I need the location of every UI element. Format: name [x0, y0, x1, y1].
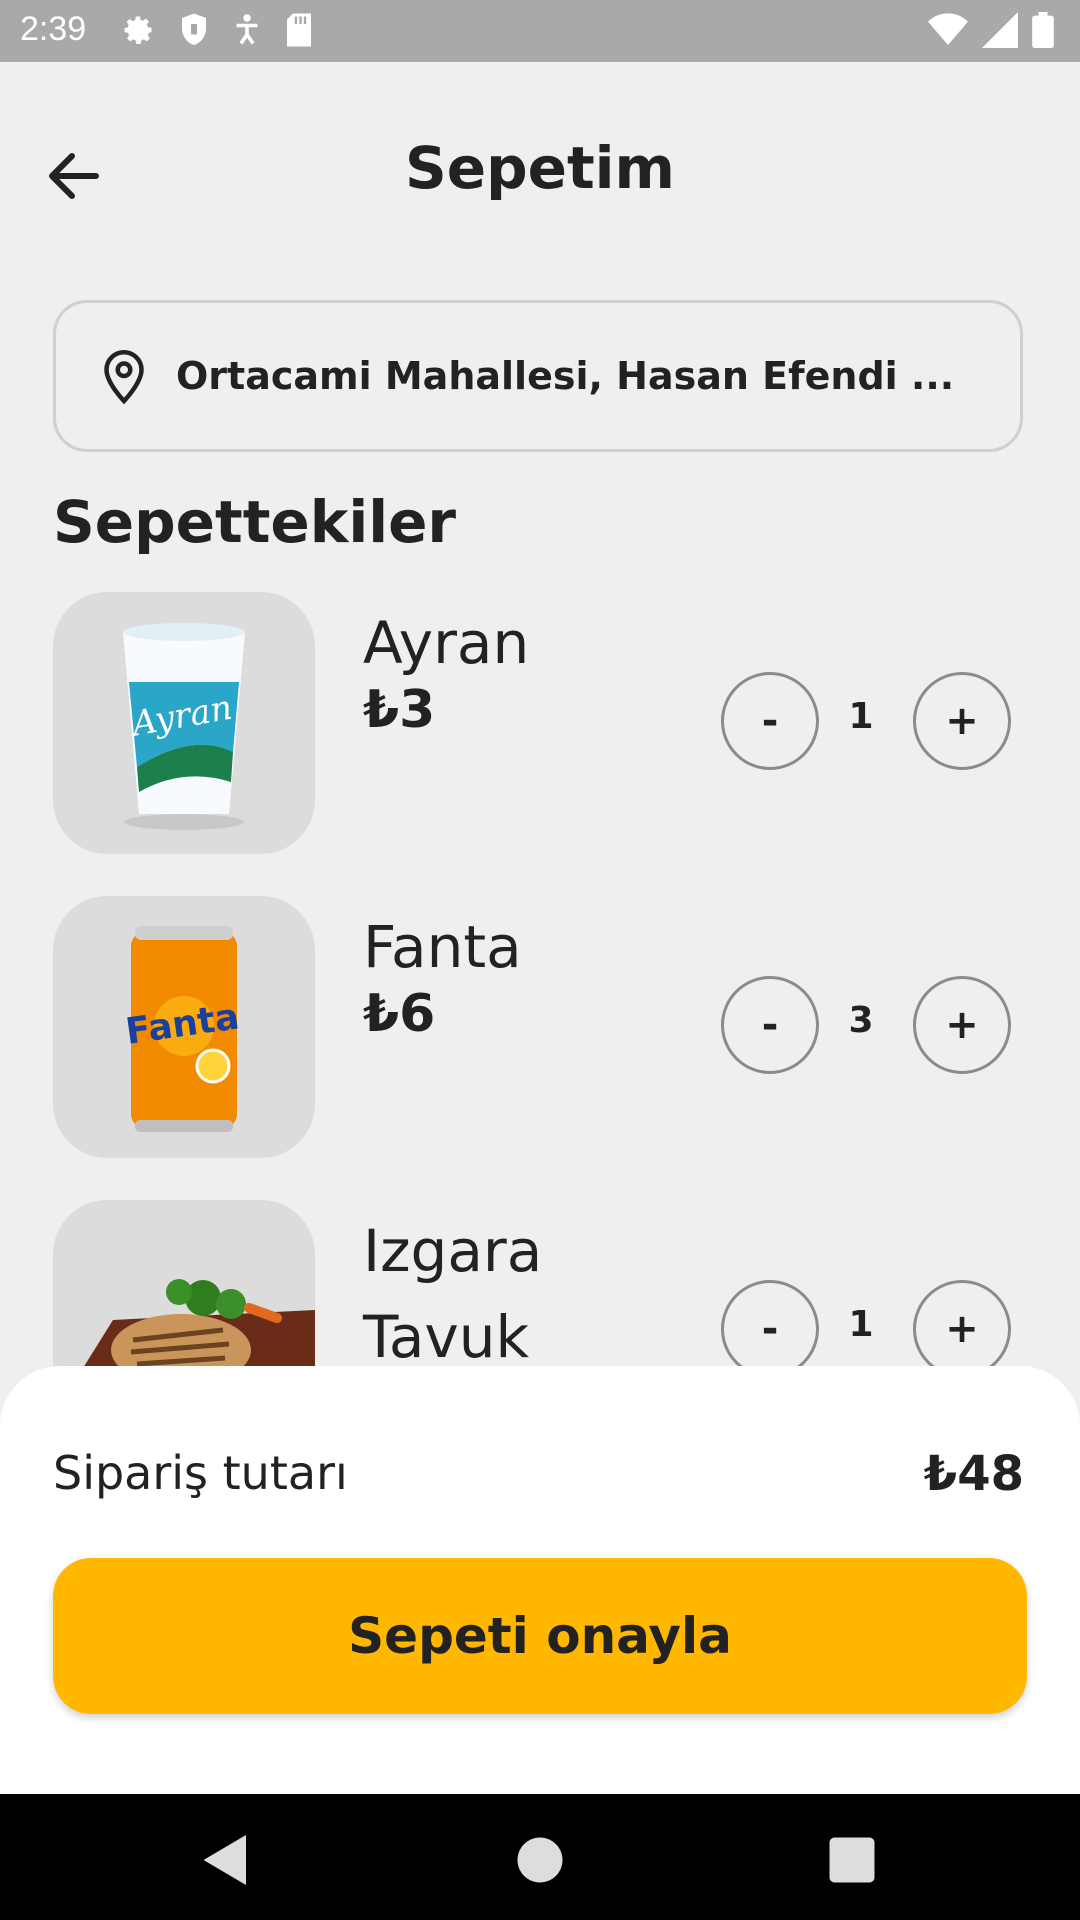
accessibility-icon: [232, 12, 262, 52]
item-price: ₺3: [363, 680, 436, 740]
status-icons-right: [928, 12, 1054, 52]
order-summary-sheet: Sipariş tutarı ₺48 Sepeti onayla: [0, 1366, 1080, 1794]
header: Sepetim: [0, 62, 1080, 272]
battery-icon: [1032, 12, 1054, 52]
increase-quantity-button[interactable]: +: [913, 1280, 1011, 1378]
increase-quantity-button[interactable]: +: [913, 976, 1011, 1074]
location-pin-icon: [94, 346, 154, 406]
signal-icon: [982, 12, 1018, 52]
quantity-value: 3: [848, 1000, 874, 1041]
home-circle-icon[interactable]: [510, 1830, 570, 1890]
cart-item: Ayran Ayran ₺3 - 1 +: [53, 592, 1023, 854]
decrease-quantity-button[interactable]: -: [721, 672, 819, 770]
address-selector[interactable]: Ortacami Mahallesi, Hasan Efendi ...: [53, 300, 1023, 452]
increase-quantity-button[interactable]: +: [913, 672, 1011, 770]
system-nav-bar: [0, 1794, 1080, 1920]
confirm-cart-button[interactable]: Sepeti onayla: [53, 1558, 1027, 1714]
item-name: Fanta: [363, 913, 522, 981]
quantity-value: 1: [848, 696, 874, 737]
total-value: ₺48: [923, 1446, 1024, 1502]
quantity-value: 1: [848, 1304, 874, 1345]
decrease-quantity-button[interactable]: -: [721, 1280, 819, 1378]
address-text: Ortacami Mahallesi, Hasan Efendi ...: [176, 354, 955, 398]
wifi-icon: [928, 12, 968, 52]
total-label: Sipariş tutarı: [53, 1446, 348, 1500]
ayran-cup-image: Ayran: [53, 592, 315, 854]
status-icons-left: [120, 12, 314, 52]
item-name: Izgara Tavuk: [363, 1217, 543, 1371]
item-name: Ayran: [363, 609, 530, 677]
back-triangle-icon[interactable]: [196, 1830, 256, 1890]
sd-card-icon: [284, 12, 314, 52]
status-bar: 2:39: [0, 0, 1080, 62]
cart-item: Fanta Fanta ₺6 - 3 +: [53, 896, 1023, 1158]
decrease-quantity-button[interactable]: -: [721, 976, 819, 1074]
fanta-can-image: Fanta: [53, 896, 315, 1158]
shield-icon: [178, 12, 210, 52]
gear-icon: [120, 12, 156, 52]
page-title: Sepetim: [404, 134, 675, 202]
recents-square-icon[interactable]: [822, 1830, 882, 1890]
status-time: 2:39: [20, 10, 87, 48]
item-price: ₺6: [363, 984, 436, 1044]
section-title: Sepettekiler: [53, 488, 457, 556]
